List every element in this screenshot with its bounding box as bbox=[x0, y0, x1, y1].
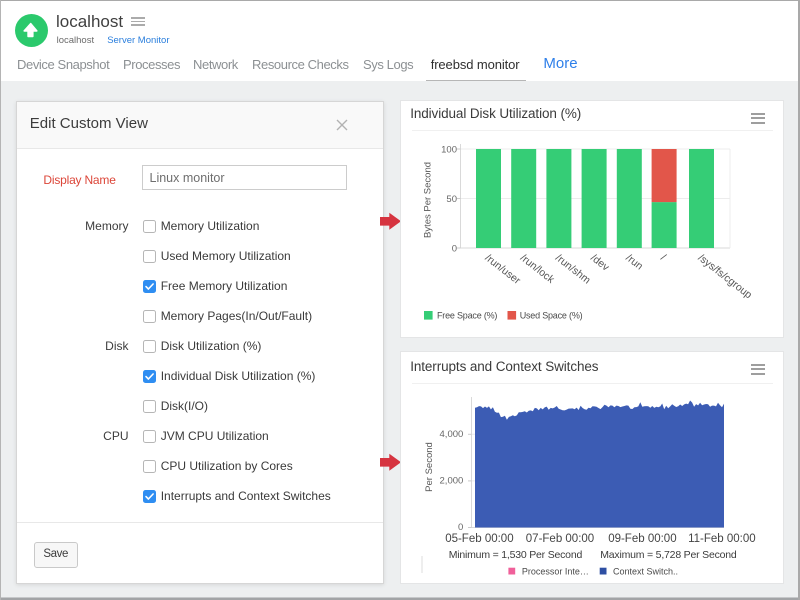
svg-text:0: 0 bbox=[452, 243, 457, 254]
svg-text:Minimum = 1,530 Per Second: Minimum = 1,530 Per Second bbox=[449, 549, 583, 561]
svg-text:Maximum = 5,728 Per Second: Maximum = 5,728 Per Second bbox=[600, 549, 737, 561]
svg-text:/run: /run bbox=[623, 252, 645, 273]
svg-text:/run/shm: /run/shm bbox=[553, 252, 593, 287]
svg-text:/dev: /dev bbox=[588, 252, 612, 274]
svg-text:0: 0 bbox=[458, 522, 463, 533]
svg-text:07-Feb 00:00: 07-Feb 00:00 bbox=[526, 533, 594, 545]
svg-text:11-Feb 00:00: 11-Feb 00:00 bbox=[688, 533, 756, 545]
svg-text:50: 50 bbox=[446, 194, 457, 205]
svg-text:Free Space (%): Free Space (%) bbox=[437, 311, 497, 321]
svg-text:/: / bbox=[658, 252, 668, 263]
svg-text:100: 100 bbox=[441, 144, 457, 155]
svg-text:4,000: 4,000 bbox=[440, 429, 464, 440]
svg-text:05-Feb 00:00: 05-Feb 00:00 bbox=[445, 533, 513, 545]
svg-text:Bytes Per Second: Bytes Per Second bbox=[423, 162, 434, 238]
svg-text:/run/user: /run/user bbox=[483, 252, 523, 287]
svg-text:09-Feb 00:00: 09-Feb 00:00 bbox=[608, 533, 676, 545]
svg-text:Per Second: Per Second bbox=[424, 442, 435, 492]
svg-text:/sys/fs/cgroup: /sys/fs/cgroup bbox=[696, 252, 755, 301]
svg-text:2,000: 2,000 bbox=[440, 476, 464, 487]
svg-text:/run/lock: /run/lock bbox=[518, 252, 557, 286]
svg-text:Context Switch..: Context Switch.. bbox=[613, 567, 678, 577]
svg-text:Processor Inte…: Processor Inte… bbox=[522, 567, 589, 577]
svg-text:Used Space (%): Used Space (%) bbox=[520, 311, 583, 321]
